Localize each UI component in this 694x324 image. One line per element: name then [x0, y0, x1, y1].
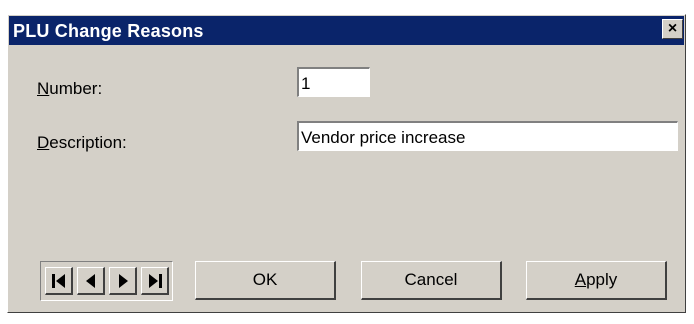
first-record-icon [52, 274, 65, 288]
previous-record-button[interactable] [77, 267, 105, 295]
close-button[interactable]: × [662, 19, 683, 39]
number-label: Number: [37, 79, 103, 98]
plu-change-reasons-dialog: PLU Change Reasons × Number: Description… [7, 14, 686, 313]
number-field[interactable] [297, 67, 370, 97]
cancel-button[interactable]: Cancel [361, 261, 502, 300]
record-navigator [40, 261, 173, 301]
first-record-button[interactable] [45, 267, 73, 295]
last-record-icon [149, 274, 162, 288]
close-icon: × [667, 20, 678, 37]
description-field[interactable] [297, 121, 678, 151]
ok-button[interactable]: OK [195, 261, 336, 300]
description-label: Description: [37, 133, 127, 152]
title-bar[interactable]: PLU Change Reasons × [9, 16, 684, 45]
window-title: PLU Change Reasons [13, 21, 204, 41]
last-record-button[interactable] [141, 267, 169, 295]
next-record-button[interactable] [109, 267, 137, 295]
apply-button[interactable]: Apply [526, 261, 667, 300]
next-record-icon [119, 274, 128, 288]
previous-record-icon [86, 274, 95, 288]
